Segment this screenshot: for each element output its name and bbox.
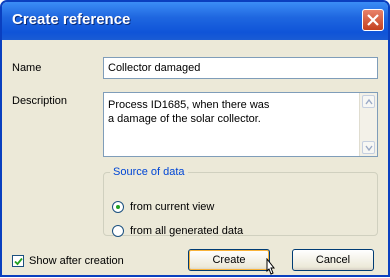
description-text: Process ID1685, when there was a damage … (108, 98, 353, 126)
radio-unselected-icon[interactable] (112, 225, 124, 237)
radio-label: from all generated data (130, 225, 244, 237)
description-line: Process ID1685, when there was (108, 99, 270, 111)
source-of-data-legend: Source of data (113, 166, 185, 178)
description-line: a damage of the solar collector. (108, 113, 261, 125)
chevron-up-icon (365, 99, 373, 105)
show-after-creation-label[interactable]: Show after creation (29, 255, 124, 267)
create-reference-dialog: Create reference Name Collector damaged … (0, 0, 390, 277)
checkmark-icon (14, 257, 23, 266)
name-input[interactable]: Collector damaged (103, 57, 378, 79)
description-label: Description (12, 95, 68, 107)
create-button[interactable]: Create (188, 249, 270, 271)
radio-selected-icon[interactable] (112, 201, 124, 213)
scroll-up-button[interactable] (362, 95, 375, 108)
radio-option-current-view[interactable]: from current view (112, 201, 214, 213)
title-bar[interactable]: Create reference (2, 2, 388, 40)
close-button[interactable] (362, 9, 384, 31)
radio-label: from current view (130, 201, 215, 213)
description-textarea[interactable]: Process ID1685, when there was a damage … (103, 92, 378, 157)
description-scrollbar[interactable] (359, 93, 377, 156)
source-of-data-group: Source of data from current view from al… (103, 166, 378, 237)
dialog-title: Create reference (12, 11, 131, 28)
show-after-creation-checkbox[interactable] (12, 255, 24, 267)
close-icon (367, 14, 379, 26)
mouse-pointer-icon (266, 258, 276, 275)
chevron-down-icon (365, 145, 373, 151)
radio-option-all-data[interactable]: from all generated data (112, 225, 243, 237)
name-label: Name (12, 62, 42, 74)
cancel-button[interactable]: Cancel (292, 249, 374, 271)
scroll-down-button[interactable] (362, 141, 375, 154)
